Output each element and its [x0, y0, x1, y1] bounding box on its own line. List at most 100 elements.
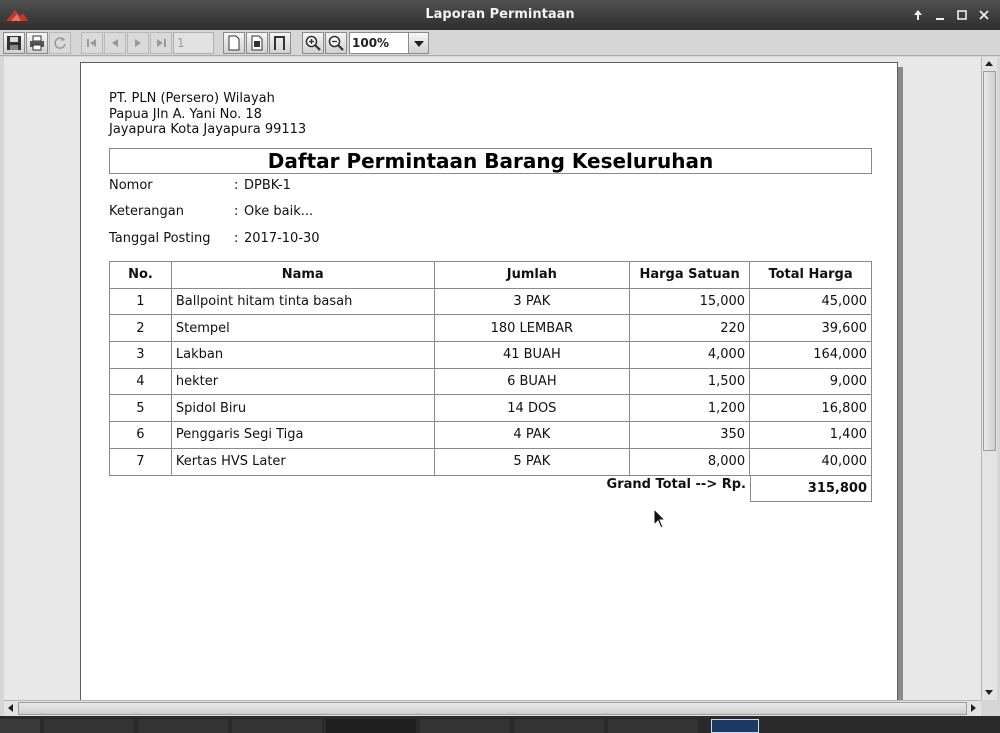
page-icon	[228, 35, 240, 51]
cell-no: 2	[109, 314, 172, 343]
meta-label: Tanggal Posting	[109, 231, 211, 246]
table-row: 7 Kertas HVS Later 5 PAK 8,000 40,000	[109, 447, 872, 476]
column-header-total-harga: Total Harga	[749, 261, 872, 289]
close-button[interactable]	[975, 6, 993, 24]
taskbar-item[interactable]	[44, 719, 134, 733]
cell-jumlah: 6 BUAH	[433, 367, 631, 396]
meta-colon: :	[234, 231, 239, 246]
keep-above-button[interactable]	[909, 6, 927, 24]
cell-no: 3	[109, 341, 172, 369]
zoom-out-button[interactable]	[325, 32, 347, 54]
fit-page-button[interactable]	[246, 32, 268, 54]
cell-total-harga: 1,400	[749, 421, 872, 449]
cell-total-harga: 164,000	[749, 341, 872, 369]
print-button[interactable]	[26, 32, 48, 54]
table-row: 2 Stempel 180 LEMBAR 220 39,600	[109, 314, 872, 343]
scroll-right-arrow-icon[interactable]	[966, 701, 980, 715]
meta-value: 2017-10-30	[244, 231, 320, 246]
close-icon	[979, 10, 989, 20]
next-page-button[interactable]	[127, 32, 149, 54]
maximize-button[interactable]	[953, 6, 971, 24]
actual-size-button[interactable]	[223, 32, 245, 54]
cell-nama: Penggaris Segi Tiga	[170, 421, 435, 449]
cell-no: 4	[109, 367, 172, 396]
toolbar: 1 100%	[0, 30, 1000, 56]
last-page-icon	[157, 39, 166, 47]
page-number-input[interactable]: 1	[173, 32, 214, 54]
scroll-up-arrow-icon[interactable]	[982, 57, 996, 71]
minimize-button[interactable]	[931, 6, 949, 24]
zoom-in-button[interactable]	[302, 32, 324, 54]
cell-jumlah: 180 LEMBAR	[433, 314, 631, 343]
fit-page-icon	[251, 35, 263, 51]
meta-value: DPBK-1	[244, 178, 291, 193]
reload-icon	[54, 37, 66, 49]
column-header-jumlah: Jumlah	[433, 261, 631, 289]
cell-harga-satuan: 220	[629, 314, 751, 343]
taskbar-item[interactable]	[326, 719, 416, 733]
table-header-row: No. Nama Jumlah Harga Satuan Total Harga	[109, 261, 872, 289]
cell-harga-satuan: 1,200	[629, 394, 751, 423]
column-header-no: No.	[109, 261, 172, 289]
meta-colon: :	[234, 204, 239, 219]
horizontal-scrollbar[interactable]	[4, 700, 981, 716]
cell-nama: Ballpoint hitam tinta basah	[170, 287, 435, 316]
maximize-icon	[957, 10, 967, 20]
taskbar-item[interactable]	[420, 719, 510, 733]
cell-nama: Lakban	[170, 341, 435, 369]
mouse-cursor-icon	[653, 508, 667, 529]
first-page-button[interactable]	[81, 32, 103, 54]
cell-harga-satuan: 15,000	[629, 287, 751, 316]
table-row: 4 hekter 6 BUAH 1,500 9,000	[109, 367, 872, 396]
save-button[interactable]	[3, 32, 25, 54]
cell-total-harga: 45,000	[749, 287, 872, 316]
cell-harga-satuan: 350	[629, 421, 751, 449]
fit-width-icon	[274, 36, 285, 50]
cell-no: 5	[109, 394, 172, 423]
cell-total-harga: 9,000	[749, 367, 872, 396]
cell-total-harga: 39,600	[749, 314, 872, 343]
taskbar	[0, 716, 1000, 733]
company-line: PT. PLN (Persero) Wilayah	[109, 91, 275, 106]
cell-jumlah: 4 PAK	[433, 421, 631, 449]
cell-total-harga: 40,000	[749, 447, 872, 476]
cell-harga-satuan: 1,500	[629, 367, 751, 396]
report-page: PT. PLN (Persero) Wilayah Papua Jln A. Y…	[80, 62, 898, 700]
fit-width-button[interactable]	[269, 32, 291, 54]
meta-colon: :	[234, 178, 239, 193]
zoom-value: 100%	[352, 36, 390, 50]
taskbar-item[interactable]	[232, 719, 322, 733]
meta-label: Keterangan	[109, 204, 184, 219]
zoom-in-icon	[305, 35, 321, 51]
taskbar-item[interactable]	[514, 719, 604, 733]
cell-jumlah: 14 DOS	[433, 394, 631, 423]
chevron-down-icon[interactable]	[408, 33, 428, 53]
cell-harga-satuan: 4,000	[629, 341, 751, 369]
taskbar-item[interactable]	[0, 719, 40, 733]
workspace-pager[interactable]	[711, 719, 759, 733]
cell-nama: Spidol Biru	[170, 394, 435, 423]
company-line: Jayapura Kota Jayapura 99113	[109, 122, 307, 137]
last-page-button[interactable]	[150, 32, 172, 54]
cell-no: 7	[109, 447, 172, 476]
previous-page-button[interactable]	[104, 32, 126, 54]
cell-no: 6	[109, 421, 172, 449]
report-title: Daftar Permintaan Barang Keseluruhan	[109, 148, 872, 174]
horizontal-scroll-thumb[interactable]	[18, 702, 967, 715]
scroll-down-arrow-icon[interactable]	[982, 685, 996, 699]
minimize-icon	[936, 18, 944, 20]
vertical-scroll-thumb[interactable]	[983, 71, 996, 451]
previous-page-icon	[112, 39, 118, 47]
title-bar[interactable]: Laporan Permintaan	[0, 0, 1000, 30]
cell-no: 1	[109, 287, 172, 316]
table-row: 5 Spidol Biru 14 DOS 1,200 16,800	[109, 394, 872, 423]
zoom-select[interactable]: 100%	[349, 32, 429, 54]
vertical-scrollbar[interactable]	[981, 57, 997, 700]
taskbar-item[interactable]	[138, 719, 228, 733]
zoom-out-icon	[328, 35, 344, 51]
scroll-left-arrow-icon[interactable]	[4, 701, 18, 715]
cell-total-harga: 16,800	[749, 394, 872, 423]
reload-button[interactable]	[49, 32, 71, 54]
taskbar-item[interactable]	[608, 719, 698, 733]
cell-nama: Kertas HVS Later	[170, 447, 435, 476]
